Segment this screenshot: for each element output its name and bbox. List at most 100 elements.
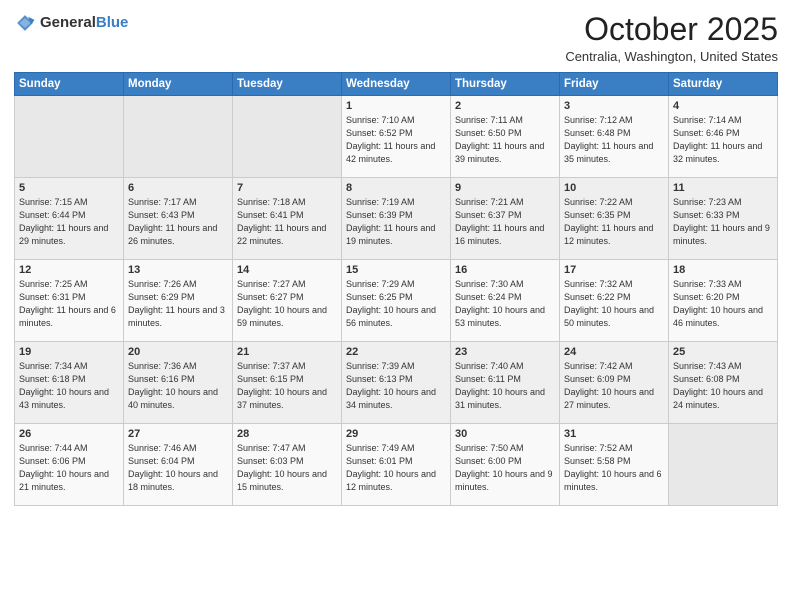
day-info: Sunrise: 7:37 AM Sunset: 6:15 PM Dayligh…: [237, 360, 337, 412]
calendar-cell: 11 Sunrise: 7:23 AM Sunset: 6:33 PM Dayli…: [669, 178, 778, 260]
calendar-cell: 18Sunrise: 7:33 AM Sunset: 6:20 PM Dayli…: [669, 260, 778, 342]
calendar-cell: 25 Sunrise: 7:43 AM Sunset: 6:08 PM Dayli…: [669, 342, 778, 424]
week-row-5: 26Sunrise: 7:44 AM Sunset: 6:06 PM Dayli…: [15, 424, 778, 506]
day-number: 31: [564, 428, 664, 440]
day-number: 5: [19, 182, 119, 194]
day-number: 3: [564, 100, 664, 112]
day-number: 25: [673, 346, 773, 358]
logo-icon: [14, 12, 36, 34]
day-info: Sunrise: 7:14 AM Sunset: 6:46 PM Dayligh…: [673, 114, 773, 166]
day-info: Sunrise: 7:19 AM Sunset: 6:39 PM Dayligh…: [346, 196, 446, 248]
header: General Blue October 2025 Centralia, Was…: [14, 12, 778, 64]
calendar-table: SundayMondayTuesdayWednesdayThursdayFrid…: [14, 72, 778, 506]
week-row-1: 1Sunrise: 7:10 AM Sunset: 6:52 PM Daylig…: [15, 96, 778, 178]
day-info: Sunrise: 7:32 AM Sunset: 6:22 PM Dayligh…: [564, 278, 664, 330]
day-info: Sunrise: 7:11 AM Sunset: 6:50 PM Dayligh…: [455, 114, 555, 166]
day-number: 9: [455, 182, 555, 194]
day-info: Sunrise: 7:12 AM Sunset: 6:48 PM Dayligh…: [564, 114, 664, 166]
day-info: Sunrise: 7:42 AM Sunset: 6:09 PM Dayligh…: [564, 360, 664, 412]
day-info: Sunrise: 7:47 AM Sunset: 6:03 PM Dayligh…: [237, 442, 337, 494]
day-number: 20: [128, 346, 228, 358]
day-info: Sunrise: 7:46 AM Sunset: 6:04 PM Dayligh…: [128, 442, 228, 494]
calendar-cell: [233, 96, 342, 178]
calendar-cell: 7 Sunrise: 7:18 AM Sunset: 6:41 PM Daylig…: [233, 178, 342, 260]
day-number: 26: [19, 428, 119, 440]
day-info: Sunrise: 7:34 AM Sunset: 6:18 PM Dayligh…: [19, 360, 119, 412]
day-number: 11: [673, 182, 773, 194]
day-number: 1: [346, 100, 446, 112]
calendar-cell: 28 Sunrise: 7:47 AM Sunset: 6:03 PM Dayli…: [233, 424, 342, 506]
day-number: 21: [237, 346, 337, 358]
logo-text: General Blue: [40, 15, 128, 32]
day-number: 24: [564, 346, 664, 358]
calendar-cell: 19Sunrise: 7:34 AM Sunset: 6:18 PM Dayli…: [15, 342, 124, 424]
title-block: October 2025 Centralia, Washington, Unit…: [565, 12, 778, 64]
day-info: Sunrise: 7:17 AM Sunset: 6:43 PM Dayligh…: [128, 196, 228, 248]
day-info: Sunrise: 7:40 AM Sunset: 6:11 PM Dayligh…: [455, 360, 555, 412]
calendar-header: SundayMondayTuesdayWednesdayThursdayFrid…: [15, 73, 778, 96]
day-number: 16: [455, 264, 555, 276]
logo: General Blue: [14, 12, 128, 34]
calendar-cell: 27 Sunrise: 7:46 AM Sunset: 6:04 PM Dayli…: [124, 424, 233, 506]
week-row-4: 19Sunrise: 7:34 AM Sunset: 6:18 PM Dayli…: [15, 342, 778, 424]
logo-general: General: [40, 15, 96, 32]
day-number: 15: [346, 264, 446, 276]
day-info: Sunrise: 7:21 AM Sunset: 6:37 PM Dayligh…: [455, 196, 555, 248]
calendar-cell: 22 Sunrise: 7:39 AM Sunset: 6:13 PM Dayli…: [342, 342, 451, 424]
calendar-cell: 16 Sunrise: 7:30 AM Sunset: 6:24 PM Dayli…: [451, 260, 560, 342]
day-number: 6: [128, 182, 228, 194]
day-header-tuesday: Tuesday: [233, 73, 342, 96]
day-info: Sunrise: 7:52 AM Sunset: 5:58 PM Dayligh…: [564, 442, 664, 494]
day-number: 23: [455, 346, 555, 358]
day-info: Sunrise: 7:43 AM Sunset: 6:08 PM Dayligh…: [673, 360, 773, 412]
day-number: 7: [237, 182, 337, 194]
calendar-cell: 31 Sunrise: 7:52 AM Sunset: 5:58 PM Dayli…: [560, 424, 669, 506]
day-number: 29: [346, 428, 446, 440]
day-number: 8: [346, 182, 446, 194]
day-info: Sunrise: 7:18 AM Sunset: 6:41 PM Dayligh…: [237, 196, 337, 248]
day-number: 13: [128, 264, 228, 276]
calendar-cell: 23 Sunrise: 7:40 AM Sunset: 6:11 PM Dayli…: [451, 342, 560, 424]
day-info: Sunrise: 7:49 AM Sunset: 6:01 PM Dayligh…: [346, 442, 446, 494]
calendar-cell: 9 Sunrise: 7:21 AM Sunset: 6:37 PM Daylig…: [451, 178, 560, 260]
calendar-cell: 8 Sunrise: 7:19 AM Sunset: 6:39 PM Daylig…: [342, 178, 451, 260]
calendar-cell: [15, 96, 124, 178]
day-info: Sunrise: 7:36 AM Sunset: 6:16 PM Dayligh…: [128, 360, 228, 412]
day-number: 22: [346, 346, 446, 358]
day-header-monday: Monday: [124, 73, 233, 96]
day-header-saturday: Saturday: [669, 73, 778, 96]
day-number: 2: [455, 100, 555, 112]
calendar-cell: 3 Sunrise: 7:12 AM Sunset: 6:48 PM Daylig…: [560, 96, 669, 178]
calendar-cell: 21 Sunrise: 7:37 AM Sunset: 6:15 PM Dayli…: [233, 342, 342, 424]
day-number: 10: [564, 182, 664, 194]
calendar-cell: [669, 424, 778, 506]
calendar-cell: 17Sunrise: 7:32 AM Sunset: 6:22 PM Dayli…: [560, 260, 669, 342]
day-info: Sunrise: 7:50 AM Sunset: 6:00 PM Dayligh…: [455, 442, 555, 494]
day-number: 27: [128, 428, 228, 440]
logo-blue: Blue: [96, 15, 129, 32]
calendar-cell: 5Sunrise: 7:15 AM Sunset: 6:44 PM Daylig…: [15, 178, 124, 260]
day-info: Sunrise: 7:30 AM Sunset: 6:24 PM Dayligh…: [455, 278, 555, 330]
calendar-cell: 20 Sunrise: 7:36 AM Sunset: 6:16 PM Dayli…: [124, 342, 233, 424]
day-info: Sunrise: 7:22 AM Sunset: 6:35 PM Dayligh…: [564, 196, 664, 248]
calendar-cell: 30 Sunrise: 7:50 AM Sunset: 6:00 PM Dayli…: [451, 424, 560, 506]
day-number: 30: [455, 428, 555, 440]
day-number: 14: [237, 264, 337, 276]
day-number: 4: [673, 100, 773, 112]
calendar-cell: 13 Sunrise: 7:26 AM Sunset: 6:29 PM Dayli…: [124, 260, 233, 342]
calendar-cell: 26Sunrise: 7:44 AM Sunset: 6:06 PM Dayli…: [15, 424, 124, 506]
calendar-cell: 29 Sunrise: 7:49 AM Sunset: 6:01 PM Dayli…: [342, 424, 451, 506]
day-info: Sunrise: 7:26 AM Sunset: 6:29 PM Dayligh…: [128, 278, 228, 330]
day-number: 28: [237, 428, 337, 440]
day-header-sunday: Sunday: [15, 73, 124, 96]
calendar-cell: [124, 96, 233, 178]
calendar-cell: 15Sunrise: 7:29 AM Sunset: 6:25 PM Dayli…: [342, 260, 451, 342]
day-number: 12: [19, 264, 119, 276]
day-info: Sunrise: 7:23 AM Sunset: 6:33 PM Dayligh…: [673, 196, 773, 248]
day-header-thursday: Thursday: [451, 73, 560, 96]
day-info: Sunrise: 7:39 AM Sunset: 6:13 PM Dayligh…: [346, 360, 446, 412]
week-row-3: 12Sunrise: 7:25 AM Sunset: 6:31 PM Dayli…: [15, 260, 778, 342]
calendar-body: 1Sunrise: 7:10 AM Sunset: 6:52 PM Daylig…: [15, 96, 778, 506]
calendar-cell: 12Sunrise: 7:25 AM Sunset: 6:31 PM Dayli…: [15, 260, 124, 342]
calendar-cell: 14Sunrise: 7:27 AM Sunset: 6:27 PM Dayli…: [233, 260, 342, 342]
